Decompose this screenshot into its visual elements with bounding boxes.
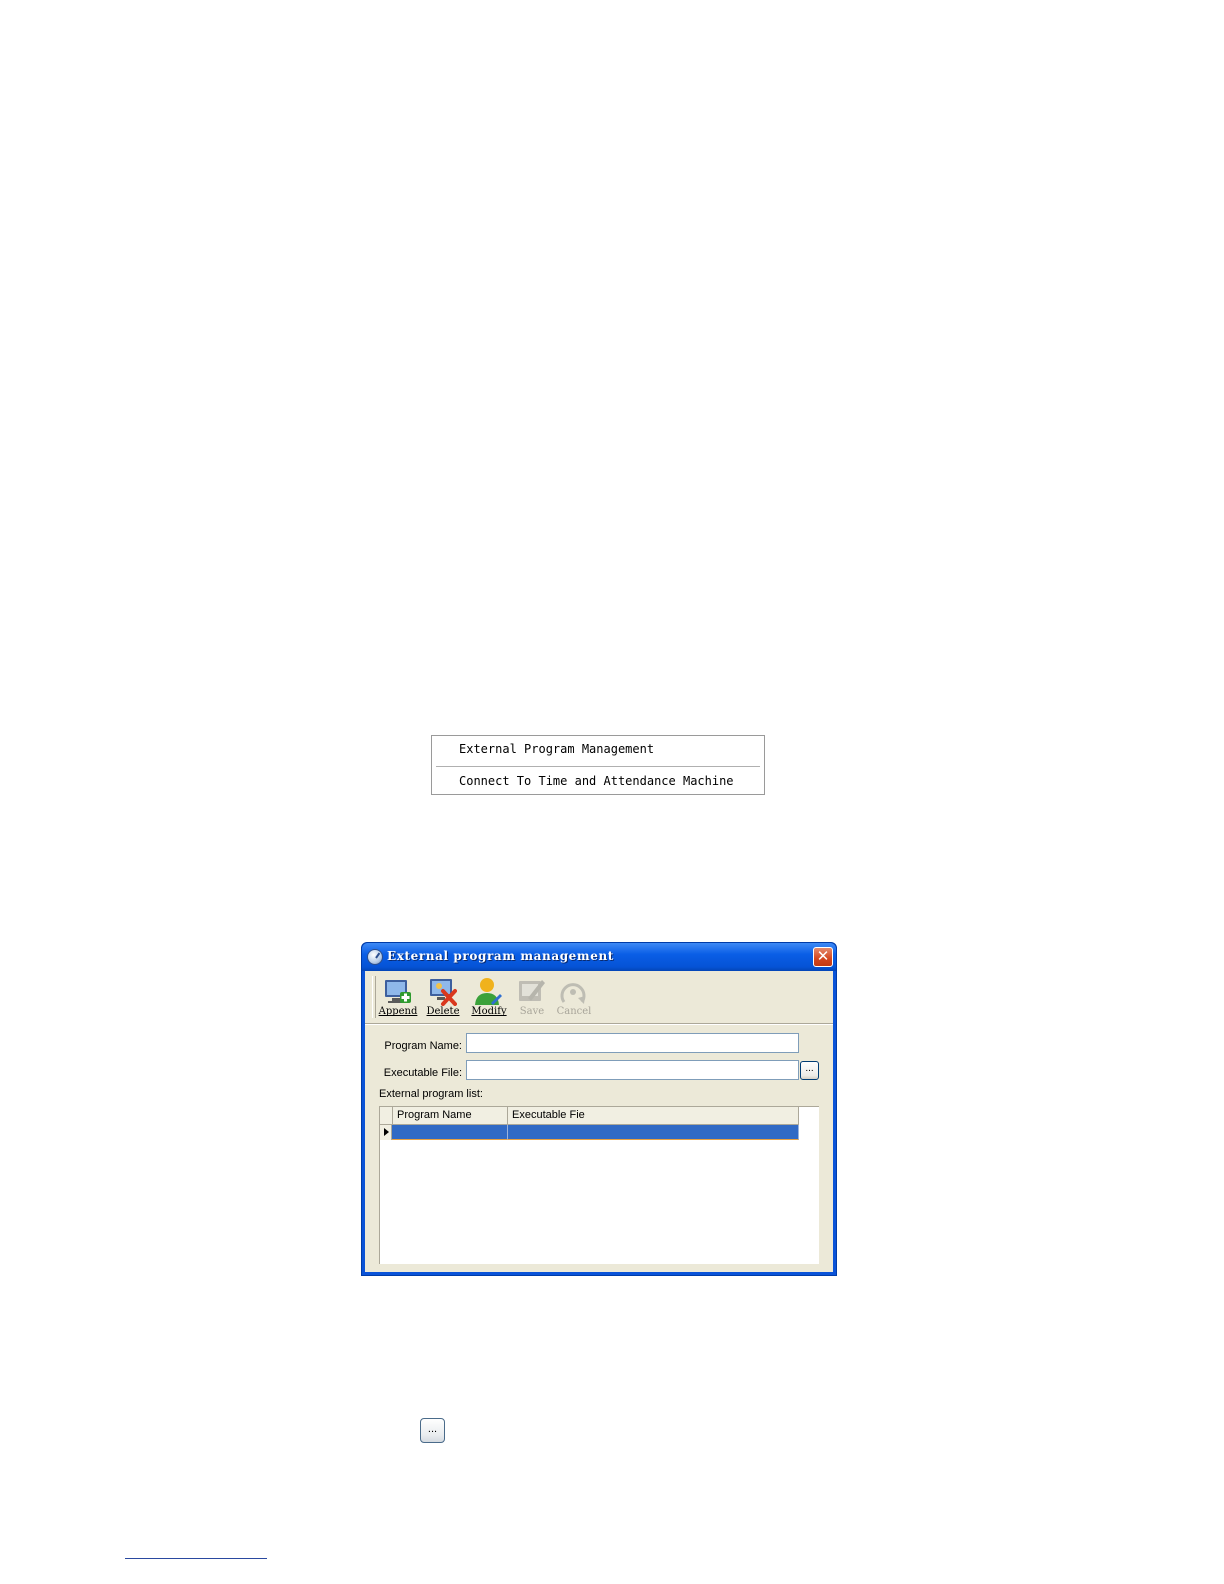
executable-file-input[interactable] <box>466 1060 799 1080</box>
program-name-input[interactable] <box>466 1033 799 1053</box>
menu-item-connect-to-time-attendance[interactable]: Connect To Time and Attendance Machine <box>459 774 734 788</box>
append-button[interactable]: Append <box>377 974 419 1020</box>
browse-button[interactable]: ... <box>800 1061 819 1080</box>
save-icon <box>519 980 545 1001</box>
menu-item-external-program-management[interactable]: External Program Management <box>459 742 654 756</box>
cancel-label: Cancel <box>556 1006 592 1017</box>
standalone-browse-button[interactable]: ... <box>420 1418 445 1443</box>
save-button[interactable]: Save <box>511 974 553 1020</box>
cell-executable-file[interactable] <box>508 1125 799 1140</box>
close-button[interactable]: ✕ <box>813 947 833 967</box>
save-label: Save <box>519 1006 545 1017</box>
menu-separator <box>436 766 760 767</box>
modify-label: Modify <box>471 1006 507 1017</box>
footnote-divider <box>125 1558 267 1559</box>
executable-file-label: Executable File: <box>383 1067 462 1079</box>
clock-icon <box>367 949 383 965</box>
program-name-label: Program Name: <box>384 1040 462 1052</box>
row-indicator-arrow-icon <box>380 1125 392 1140</box>
grid-scroll-area <box>799 1107 819 1264</box>
toolbar: Append Delete Modify Save Cancel <box>365 971 833 1024</box>
delete-icon <box>430 979 457 1006</box>
cell-program-name[interactable] <box>392 1125 508 1140</box>
delete-label: Delete <box>426 1006 460 1017</box>
context-menu: External Program Management Connect To T… <box>431 735 765 795</box>
append-icon <box>385 980 411 1003</box>
program-list-label: External program list: <box>379 1088 483 1100</box>
title-bar[interactable]: External program management ✕ <box>362 943 836 971</box>
column-header-executable-file[interactable]: Executable Fie <box>508 1107 799 1124</box>
modify-button[interactable]: Modify <box>468 974 510 1020</box>
modify-user-icon <box>475 978 502 1005</box>
program-list-grid[interactable]: Program Name Executable Fie <box>379 1106 819 1264</box>
table-row[interactable] <box>380 1125 799 1140</box>
cancel-icon <box>560 983 586 1004</box>
delete-button[interactable]: Delete <box>422 974 464 1020</box>
toolbar-grip <box>372 976 376 1018</box>
header-indicator-cell <box>380 1107 393 1124</box>
append-label: Append <box>378 1006 418 1017</box>
dialog-title: External program management <box>387 949 614 963</box>
column-header-program-name[interactable]: Program Name <box>393 1107 508 1124</box>
cancel-button[interactable]: Cancel <box>553 974 595 1020</box>
grid-header: Program Name Executable Fie <box>380 1107 799 1125</box>
